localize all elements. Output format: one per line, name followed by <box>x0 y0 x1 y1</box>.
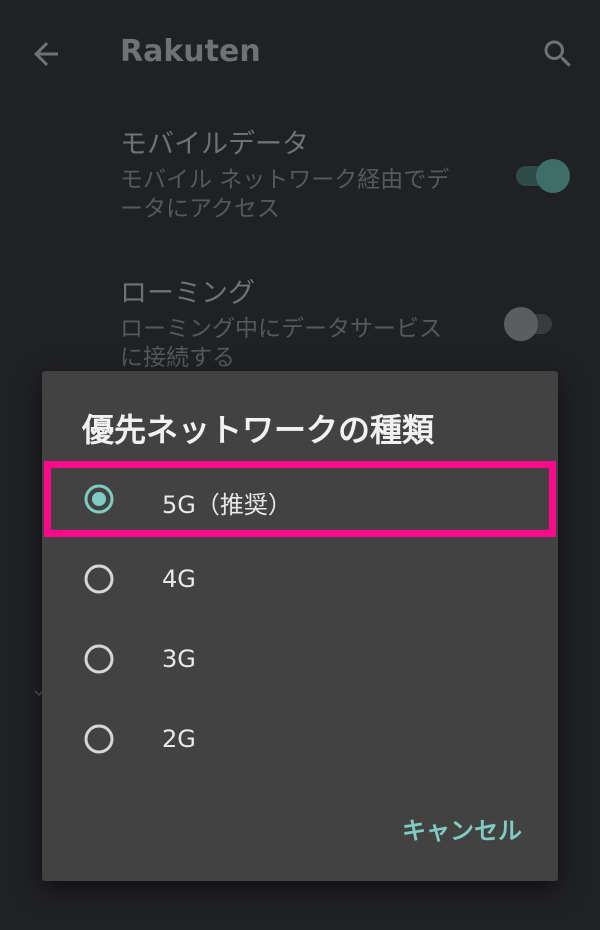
toggle-thumb <box>536 159 570 193</box>
roaming-summary: ローミング中にデータサービスに接続する <box>120 316 442 371</box>
option-5g[interactable]: 5G（推奨） <box>42 459 558 539</box>
option-2g[interactable]: 2G <box>42 699 558 779</box>
radio-unselected-icon[interactable] <box>84 564 114 594</box>
mobile-data-preference[interactable]: モバイルデータ モバイル ネットワーク経由でデータにアクセス <box>120 128 580 224</box>
mobile-data-summary: モバイル ネットワーク経由でデータにアクセス <box>120 167 450 222</box>
option-label: 3G <box>162 645 196 673</box>
dialog-title: 優先ネットワークの種類 <box>82 411 435 449</box>
page-title: Rakuten <box>120 34 261 69</box>
option-label: 2G <box>162 725 196 753</box>
toggle-thumb <box>504 307 538 341</box>
option-label: 5G（推奨） <box>162 491 292 519</box>
mobile-data-toggle[interactable] <box>516 159 570 193</box>
app-bar: Rakuten <box>0 0 600 112</box>
search-icon[interactable] <box>540 36 576 72</box>
cancel-button[interactable]: キャンセル <box>392 811 532 851</box>
radio-unselected-icon[interactable] <box>84 724 114 754</box>
roaming-toggle[interactable] <box>504 307 552 341</box>
option-4g[interactable]: 4G <box>42 539 558 619</box>
mobile-data-title: モバイルデータ <box>120 129 309 160</box>
option-label: 4G <box>162 565 196 593</box>
option-3g[interactable]: 3G <box>42 619 558 699</box>
radio-unselected-icon[interactable] <box>84 644 114 674</box>
preferred-network-type-dialog: 優先ネットワークの種類 5G（推奨） 4G 3G 2G キャンセル <box>42 371 558 881</box>
arrow-back-icon[interactable] <box>28 36 64 72</box>
roaming-title: ローミング <box>120 278 255 309</box>
radio-selected-icon[interactable] <box>84 484 114 514</box>
